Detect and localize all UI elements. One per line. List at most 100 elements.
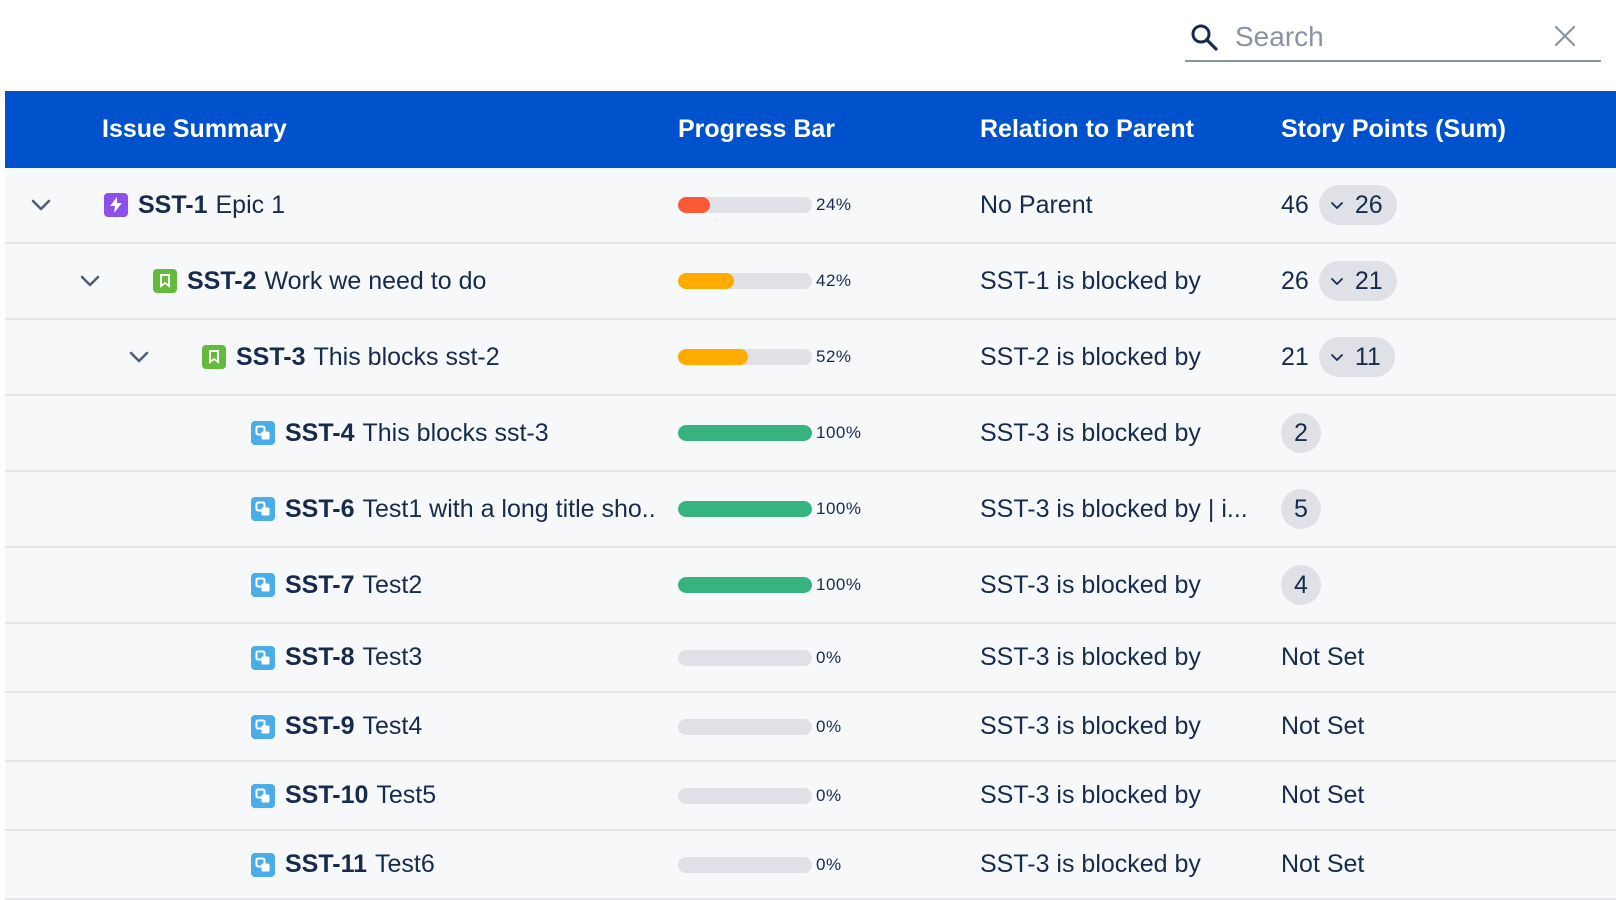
table-row[interactable]: SST-3 This blocks sst-2 52% SST-2 is blo… — [5, 320, 1616, 396]
table-row[interactable]: SST-10 Test5 0% SST-3 is blocked by Not … — [5, 762, 1616, 831]
table-row[interactable]: SST-1 Epic 1 24% No Parent 46 26 — [5, 168, 1616, 244]
progress-percent: 100% — [816, 423, 862, 442]
progress-fill — [678, 577, 812, 593]
progress-cell: 0% — [678, 762, 842, 829]
story-points-total: 21 — [1281, 342, 1309, 371]
column-header-story-points[interactable]: Story Points (Sum) — [1281, 91, 1506, 168]
bookmark-icon — [153, 269, 177, 293]
story-points-cell: 4 — [1281, 548, 1321, 622]
column-header-issue-summary[interactable]: Issue Summary — [102, 91, 287, 168]
progress-cell: 24% — [678, 168, 852, 242]
table-row[interactable]: SST-4 This blocks sst-3 100% SST-3 is bl… — [5, 396, 1616, 472]
story-points-cell: 26 21 — [1281, 244, 1397, 318]
column-header-relation-to-parent[interactable]: Relation to Parent — [980, 91, 1194, 168]
table-row[interactable]: SST-6 Test1 with a long title sho.. 100%… — [5, 472, 1616, 548]
progress-cell: 100% — [678, 396, 861, 470]
progress-cell: 100% — [678, 548, 861, 622]
issue-key-link[interactable]: SST-6 — [285, 495, 354, 524]
relation-text: SST-3 is blocked by — [980, 712, 1201, 740]
issue-summary-cell: SST-2 Work we need to do — [153, 244, 486, 318]
issue-summary-cell: SST-9 Test4 — [251, 693, 422, 760]
issue-key-link[interactable]: SST-9 — [285, 712, 354, 741]
progress-bar — [678, 577, 812, 593]
table-row[interactable]: SST-11 Test6 0% SST-3 is blocked by Not … — [5, 831, 1616, 900]
story-points-total: 26 — [1281, 266, 1309, 295]
chevron-down-icon — [1329, 343, 1355, 372]
progress-cell: 0% — [678, 624, 842, 691]
issue-title: Test5 — [376, 781, 437, 809]
relation-cell: SST-3 is blocked by — [980, 396, 1201, 470]
progress-bar — [678, 349, 812, 365]
progress-bar — [678, 649, 812, 666]
progress-cell: 52% — [678, 320, 852, 394]
table-row[interactable]: SST-9 Test4 0% SST-3 is blocked by Not S… — [5, 693, 1616, 762]
story-points-children-toggle[interactable]: 26 — [1318, 185, 1397, 225]
progress-bar — [678, 273, 812, 289]
story-points-cell: Not Set — [1281, 624, 1364, 691]
story-points-children-toggle[interactable]: 11 — [1318, 337, 1395, 377]
relation-text: No Parent — [980, 190, 1093, 219]
progress-bar — [678, 787, 812, 804]
issue-title: This blocks sst-3 — [362, 418, 549, 447]
issue-key-link[interactable]: SST-4 — [285, 419, 354, 448]
story-points-cell: Not Set — [1281, 693, 1364, 760]
progress-percent: 52% — [816, 347, 852, 366]
relation-text: SST-2 is blocked by — [980, 342, 1201, 371]
chevron-down-icon — [1329, 267, 1355, 296]
issue-summary-cell: SST-8 Test3 — [251, 624, 422, 691]
story-points-cell: Not Set — [1281, 831, 1364, 898]
progress-percent: 0% — [816, 854, 842, 874]
chevron-down-icon — [125, 349, 153, 377]
issue-key-link[interactable]: SST-7 — [285, 571, 354, 600]
relation-cell: SST-3 is blocked by — [980, 762, 1201, 829]
search-icon — [1191, 24, 1218, 51]
issue-key-link[interactable]: SST-11 — [285, 850, 367, 879]
progress-bar — [678, 425, 812, 441]
issue-key-link[interactable]: SST-10 — [285, 781, 368, 810]
issue-title: Test4 — [362, 712, 423, 740]
relation-text: SST-1 is blocked by — [980, 266, 1201, 295]
issue-summary-cell: SST-1 Epic 1 — [104, 168, 285, 242]
chevron-down-icon — [27, 197, 55, 225]
table-row[interactable]: SST-7 Test2 100% SST-3 is blocked by 4 — [5, 548, 1616, 624]
search-box — [1185, 12, 1601, 62]
relation-text: SST-3 is blocked by | i... — [980, 494, 1248, 523]
column-header-progress-bar[interactable]: Progress Bar — [678, 91, 835, 168]
progress-bar — [678, 718, 812, 735]
collapse-toggle[interactable] — [76, 267, 104, 295]
issue-tree-view: Issue Summary Progress Bar Relation to P… — [0, 0, 1616, 900]
search-input[interactable] — [1233, 18, 1537, 56]
issue-title: Epic 1 — [215, 190, 285, 219]
issue-summary-cell: SST-7 Test2 — [251, 548, 422, 622]
progress-percent: 24% — [816, 195, 852, 214]
story-points-total: 46 — [1281, 190, 1309, 219]
relation-cell: SST-3 is blocked by — [980, 831, 1201, 898]
table-row[interactable]: SST-2 Work we need to do 42% SST-1 is bl… — [5, 244, 1616, 320]
issue-key-link[interactable]: SST-3 — [236, 343, 305, 372]
relation-text: SST-3 is blocked by — [980, 643, 1201, 671]
relation-cell: SST-1 is blocked by — [980, 244, 1201, 318]
issue-title: Test2 — [362, 570, 423, 599]
issue-summary-cell: SST-3 This blocks sst-2 — [202, 320, 500, 394]
issue-key-link[interactable]: SST-1 — [138, 191, 207, 220]
progress-percent: 0% — [816, 716, 842, 736]
story-points-children-toggle[interactable]: 21 — [1318, 261, 1397, 301]
story-points-badge: 4 — [1281, 565, 1321, 605]
issue-summary-cell: SST-10 Test5 — [251, 762, 436, 829]
issue-key-link[interactable]: SST-2 — [187, 267, 256, 296]
issue-summary-cell: SST-4 This blocks sst-3 — [251, 396, 549, 470]
story-points-cell: 5 — [1281, 472, 1321, 546]
chevron-down-icon — [76, 273, 104, 301]
issue-title: Work we need to do — [264, 266, 487, 295]
issue-title: Test3 — [362, 643, 423, 671]
close-icon[interactable] — [1553, 24, 1577, 48]
collapse-toggle[interactable] — [27, 191, 55, 219]
collapse-toggle[interactable] — [125, 343, 153, 371]
relation-cell: SST-3 is blocked by — [980, 624, 1201, 691]
issue-key-link[interactable]: SST-8 — [285, 643, 354, 672]
story-points-cell: 2 — [1281, 396, 1321, 470]
progress-cell: 0% — [678, 831, 842, 898]
story-points-cell: 21 11 — [1281, 320, 1395, 394]
subtask-icon — [251, 783, 275, 808]
table-row[interactable]: SST-8 Test3 0% SST-3 is blocked by Not S… — [5, 624, 1616, 693]
